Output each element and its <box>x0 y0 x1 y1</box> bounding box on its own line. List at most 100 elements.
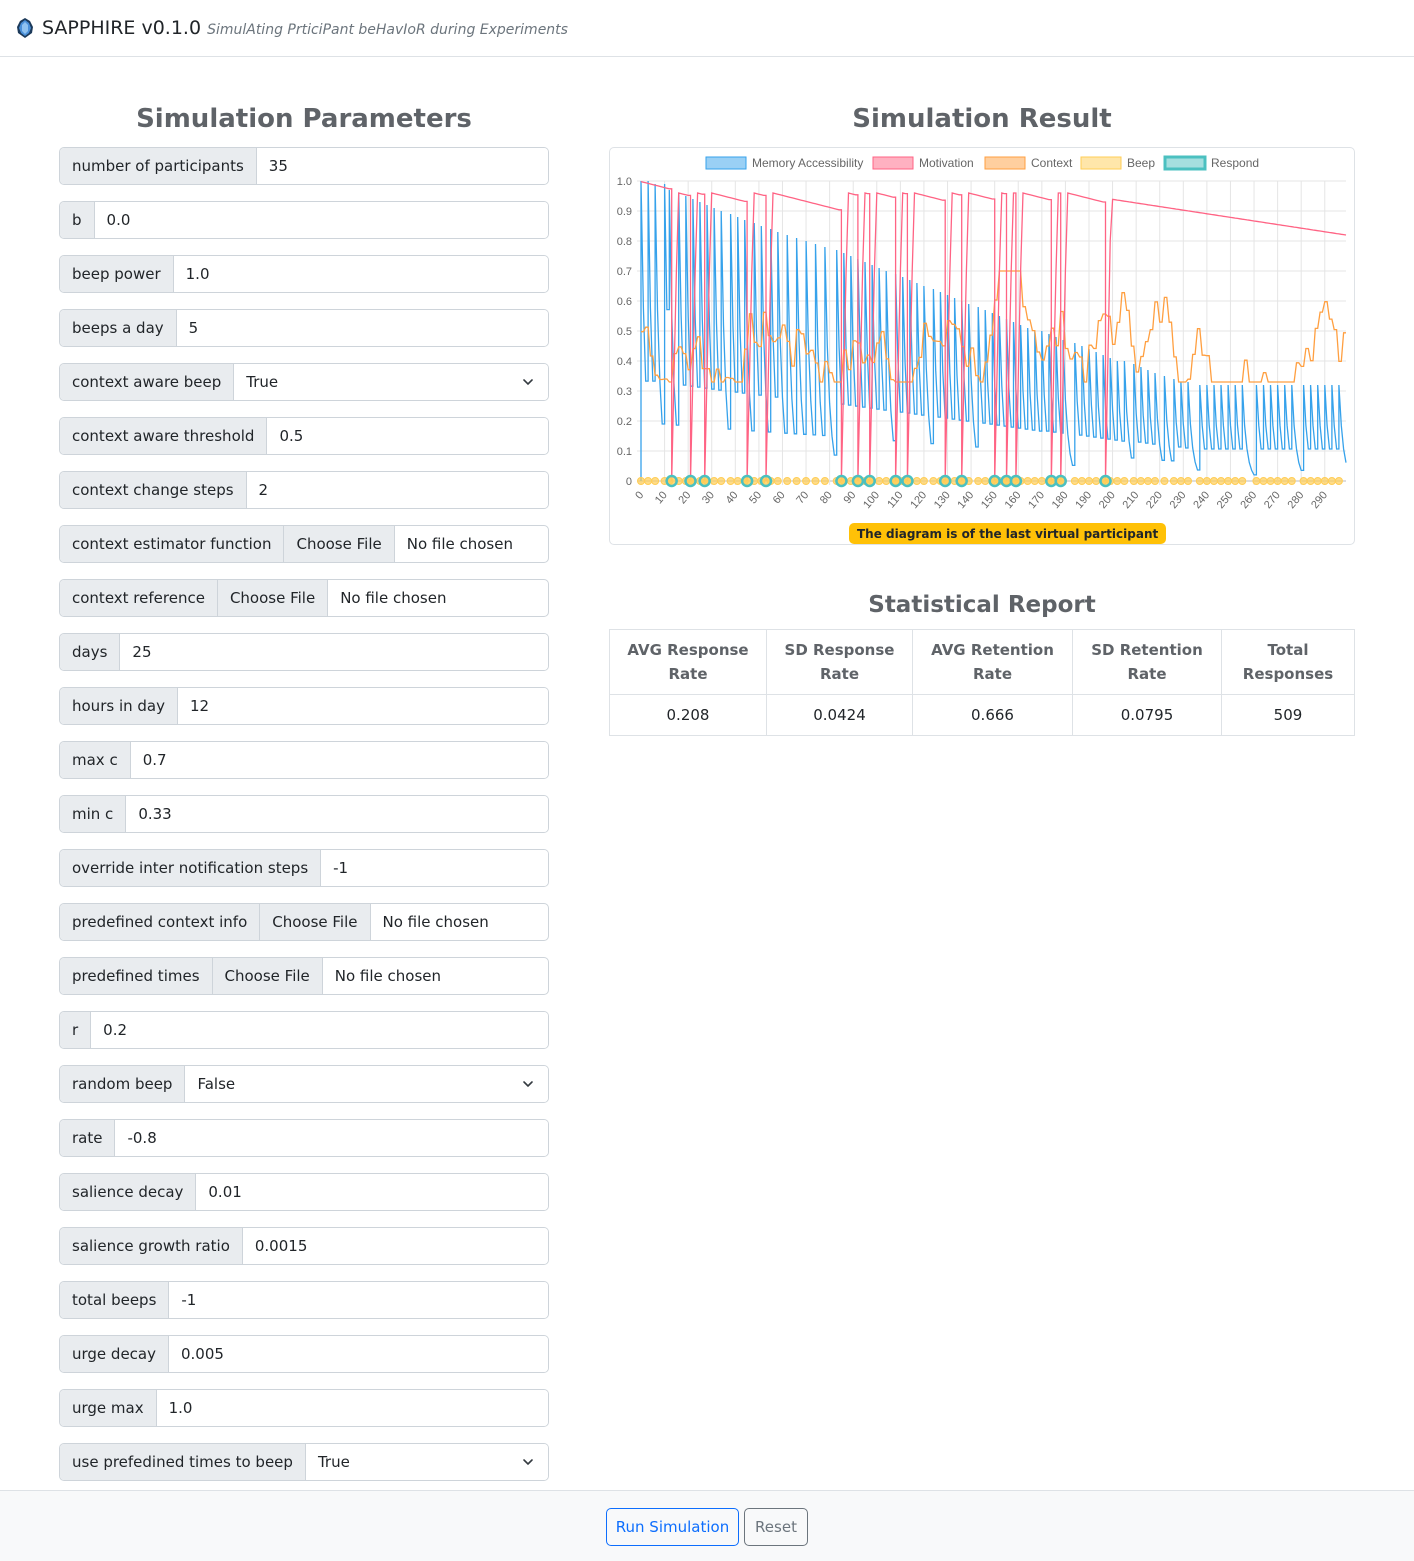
predefined-times-choose-file-button[interactable]: Choose File <box>212 958 323 994</box>
y-tick-label: 0.4 <box>617 356 632 368</box>
beep-point <box>1084 477 1093 485</box>
beep-point <box>710 477 719 485</box>
respond-point <box>988 474 1001 488</box>
param-context-aware-threshold: context aware threshold <box>59 417 549 455</box>
param-label: use prefedined times to beep <box>60 1444 306 1480</box>
context-reference-choose-file-button[interactable]: Choose File <box>217 580 329 616</box>
context-aware-beep-select[interactable]: True <box>234 364 548 400</box>
context-estimator-function-choose-file-button[interactable]: Choose File <box>284 526 395 562</box>
report-cell-avg-retention-rate: 0.666 <box>912 694 1073 736</box>
param-context-change-steps: context change steps <box>59 471 549 509</box>
param-label: context estimator function <box>60 526 285 562</box>
result-title: Simulation Result <box>852 104 1112 134</box>
predefined-context-info-choose-file-button[interactable]: Choose File <box>260 904 371 940</box>
param-label: beep power <box>60 256 174 292</box>
report-cell-sd-response-rate: 0.0424 <box>766 694 913 736</box>
param-urge-max: urge max <box>59 1389 549 1427</box>
beep-point <box>1224 477 1233 485</box>
param-r: r <box>59 1011 549 1049</box>
beep-point <box>1195 477 1204 485</box>
param-max-c: max c <box>59 741 549 779</box>
respond-point <box>863 474 876 488</box>
x-tick-label: 240 <box>1191 489 1212 511</box>
beep-point <box>1120 477 1129 485</box>
select-value: True <box>246 373 279 391</box>
urge-decay-input[interactable] <box>169 1336 548 1372</box>
param-override-inter-notification-steps: override inter notification steps <box>59 849 549 887</box>
salience-decay-input[interactable] <box>196 1174 548 1210</box>
beeps-a-day-input[interactable] <box>176 310 548 346</box>
file-status: No file chosen <box>406 535 513 553</box>
param-min-c: min c <box>59 795 549 833</box>
param-label: number of participants <box>60 148 257 184</box>
x-tick-label: 40 <box>724 489 741 506</box>
report-header-row: AVG Response Rate SD Response Rate AVG R… <box>609 629 1355 695</box>
param-label: beeps a day <box>60 310 177 346</box>
r-input[interactable] <box>91 1012 548 1048</box>
y-tick-label: 0.9 <box>617 206 632 218</box>
min-c-input[interactable] <box>126 796 548 832</box>
x-tick-label: 150 <box>979 489 1000 511</box>
beep-point <box>1151 477 1160 485</box>
respond-point <box>684 474 697 488</box>
legend-label: Context <box>1031 156 1073 170</box>
max-c-input[interactable] <box>130 742 548 778</box>
x-tick-label: 70 <box>794 489 811 506</box>
beep-point <box>1327 477 1336 485</box>
param-context-reference: context reference Choose File No file chos… <box>59 579 549 617</box>
param-context-aware-beep: context aware beep True <box>59 363 549 401</box>
param-label: context aware beep <box>60 364 235 400</box>
respond-point <box>835 474 848 488</box>
report-col-avg-response-rate: AVG Response Rate <box>609 629 767 695</box>
rate-input[interactable] <box>115 1120 548 1156</box>
param-label: urge max <box>60 1390 157 1426</box>
urge-max-input[interactable] <box>156 1390 548 1426</box>
legend-swatch-respond <box>1163 155 1207 171</box>
x-tick-label: 180 <box>1050 489 1071 511</box>
beep-point <box>1252 477 1261 485</box>
b-input[interactable] <box>94 202 548 238</box>
number-of-participants-input[interactable] <box>256 148 548 184</box>
total-beeps-input[interactable] <box>169 1282 548 1318</box>
respond-point <box>759 474 773 488</box>
beep-point <box>882 477 891 485</box>
context-change-steps-input[interactable] <box>246 472 548 508</box>
context-aware-threshold-input[interactable] <box>267 418 548 454</box>
y-tick-label: 0.3 <box>617 386 632 398</box>
days-input[interactable] <box>120 634 548 670</box>
legend-label: Memory Accessibility <box>752 156 863 170</box>
respond-point <box>665 474 678 488</box>
beep-point <box>1077 477 1086 485</box>
x-tick-label: 100 <box>861 489 882 511</box>
param-label: total beeps <box>60 1282 170 1318</box>
param-beep-power: beep power <box>59 255 549 293</box>
beep-point <box>1136 477 1145 485</box>
random-beep-select[interactable]: False <box>185 1066 548 1102</box>
use-prefedined-times-to-beep-select[interactable]: True <box>305 1444 548 1480</box>
y-tick-label: 1.0 <box>617 176 632 188</box>
reset-button[interactable]: Reset <box>744 1508 808 1546</box>
beep-power-input[interactable] <box>173 256 548 292</box>
x-tick-label: 30 <box>700 489 717 506</box>
beep-point <box>1037 477 1046 485</box>
report-col-total-responses: Total Responses <box>1221 629 1355 695</box>
beep-point <box>1266 477 1275 485</box>
param-label: predefined times <box>60 958 213 994</box>
legend-swatch-context <box>984 156 1026 170</box>
param-label: days <box>60 634 121 670</box>
beep-point <box>644 477 653 485</box>
legend-swatch-motivation <box>872 156 914 170</box>
salience-growth-ratio-input[interactable] <box>242 1228 548 1264</box>
override-inter-notification-steps-input[interactable] <box>321 850 548 886</box>
statistical-report-table: AVG Response Rate SD Response Rate AVG R… <box>609 629 1355 736</box>
beep-point <box>1334 477 1343 485</box>
param-label: b <box>60 202 95 238</box>
x-tick-label: 230 <box>1168 489 1189 511</box>
beep-point <box>1273 477 1282 485</box>
x-tick-label: 0 <box>633 489 646 501</box>
beep-point <box>1306 477 1315 485</box>
run-simulation-button[interactable]: Run Simulation <box>606 1508 739 1546</box>
x-tick-label: 250 <box>1215 489 1236 511</box>
beep-point <box>1320 477 1329 485</box>
hours-in-day-input[interactable] <box>177 688 548 724</box>
